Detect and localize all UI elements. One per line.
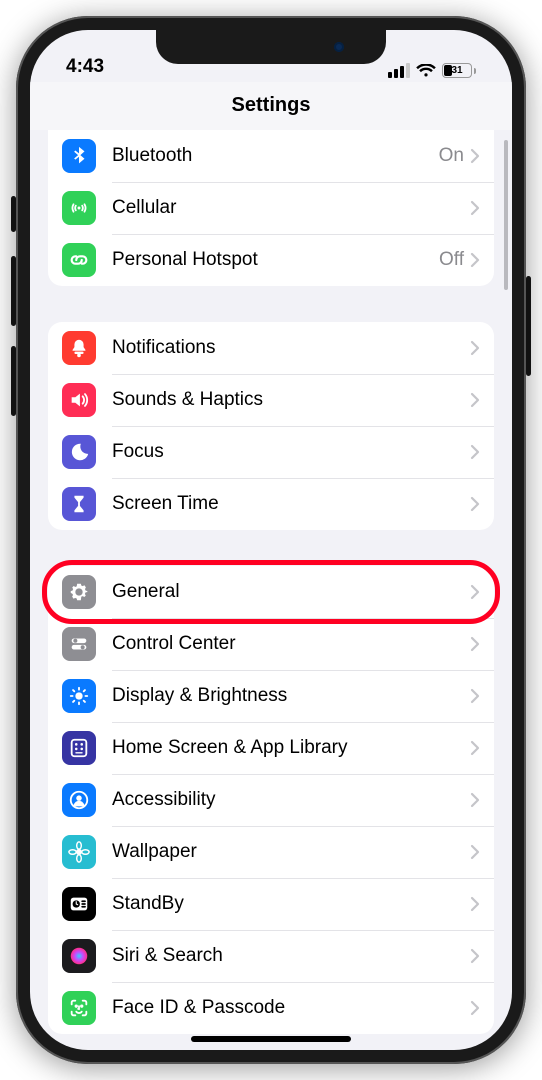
- row-screen-time[interactable]: Screen Time: [48, 478, 494, 530]
- row-label: Focus: [112, 441, 470, 463]
- chevron-right-icon: [470, 392, 480, 408]
- bluetooth-icon: [62, 139, 96, 173]
- chevron-right-icon: [470, 688, 480, 704]
- mute-switch: [11, 196, 16, 232]
- row-label: Sounds & Haptics: [112, 389, 470, 411]
- row-label: Personal Hotspot: [112, 249, 439, 271]
- row-sounds-haptics[interactable]: Sounds & Haptics: [48, 374, 494, 426]
- chevron-right-icon: [470, 200, 480, 216]
- faceid-icon: [62, 991, 96, 1025]
- wifi-icon: [416, 64, 436, 78]
- power-button: [526, 276, 531, 376]
- row-home-screen[interactable]: Home Screen & App Library: [48, 722, 494, 774]
- chevron-right-icon: [470, 792, 480, 808]
- switches-icon: [62, 627, 96, 661]
- row-faceid[interactable]: Face ID & Passcode: [48, 982, 494, 1034]
- page-title: Settings: [232, 94, 311, 117]
- status-time: 4:43: [66, 56, 104, 78]
- row-standby[interactable]: StandBy: [48, 878, 494, 930]
- row-cellular[interactable]: Cellular: [48, 182, 494, 234]
- row-general[interactable]: General: [48, 566, 494, 618]
- chevron-right-icon: [470, 584, 480, 600]
- settings-group: General Control Center Display & Brightnes…: [48, 566, 494, 1034]
- row-display[interactable]: Display & Brightness: [48, 670, 494, 722]
- row-label: Screen Time: [112, 493, 470, 515]
- home-indicator[interactable]: [191, 1036, 351, 1042]
- row-label: Notifications: [112, 337, 470, 359]
- settings-group: Notifications Sounds & Haptics Focus Screen…: [48, 322, 494, 530]
- hourglass-icon: [62, 487, 96, 521]
- row-accessibility[interactable]: Accessibility: [48, 774, 494, 826]
- link-icon: [62, 243, 96, 277]
- chevron-right-icon: [470, 496, 480, 512]
- clock-icon: [62, 887, 96, 921]
- antenna-icon: [62, 191, 96, 225]
- row-label: StandBy: [112, 893, 470, 915]
- row-value: Off: [439, 249, 464, 271]
- flower-icon: [62, 835, 96, 869]
- navbar: Settings: [30, 82, 512, 130]
- grid-icon: [62, 731, 96, 765]
- battery-percentage: 31: [451, 65, 462, 76]
- phone-frame: 4:43 31 Settings: [16, 16, 526, 1064]
- chevron-right-icon: [470, 252, 480, 268]
- chevron-right-icon: [470, 1000, 480, 1016]
- row-value: On: [439, 145, 464, 167]
- row-label: Face ID & Passcode: [112, 997, 470, 1019]
- notch: [156, 30, 386, 64]
- chevron-right-icon: [470, 444, 480, 460]
- row-label: Control Center: [112, 633, 470, 655]
- row-label: Home Screen & App Library: [112, 737, 470, 759]
- row-siri[interactable]: Siri & Search: [48, 930, 494, 982]
- speaker-icon: [62, 383, 96, 417]
- sun-icon: [62, 679, 96, 713]
- row-label: Cellular: [112, 197, 470, 219]
- row-label: Display & Brightness: [112, 685, 470, 707]
- settings-list[interactable]: BluetoothOn Cellular Personal HotspotOff No…: [30, 130, 512, 1050]
- chevron-right-icon: [470, 844, 480, 860]
- row-wallpaper[interactable]: Wallpaper: [48, 826, 494, 878]
- siri-icon: [62, 939, 96, 973]
- scrollbar[interactable]: [504, 140, 508, 290]
- volume-down: [11, 346, 16, 416]
- row-control-center[interactable]: Control Center: [48, 618, 494, 670]
- cellular-signal-icon: [388, 63, 410, 78]
- volume-up: [11, 256, 16, 326]
- moon-icon: [62, 435, 96, 469]
- chevron-right-icon: [470, 340, 480, 356]
- gear-icon: [62, 575, 96, 609]
- row-label: General: [112, 581, 470, 603]
- settings-group: BluetoothOn Cellular Personal HotspotOff: [48, 130, 494, 286]
- person-icon: [62, 783, 96, 817]
- row-bluetooth[interactable]: BluetoothOn: [48, 130, 494, 182]
- row-notifications[interactable]: Notifications: [48, 322, 494, 374]
- battery-icon: 31: [442, 63, 476, 78]
- chevron-right-icon: [470, 636, 480, 652]
- bell-icon: [62, 331, 96, 365]
- row-label: Siri & Search: [112, 945, 470, 967]
- chevron-right-icon: [470, 948, 480, 964]
- chevron-right-icon: [470, 148, 480, 164]
- chevron-right-icon: [470, 896, 480, 912]
- row-label: Bluetooth: [112, 145, 439, 167]
- screen: 4:43 31 Settings: [30, 30, 512, 1050]
- row-label: Accessibility: [112, 789, 470, 811]
- row-focus[interactable]: Focus: [48, 426, 494, 478]
- row-personal-hotspot[interactable]: Personal HotspotOff: [48, 234, 494, 286]
- row-label: Wallpaper: [112, 841, 470, 863]
- chevron-right-icon: [470, 740, 480, 756]
